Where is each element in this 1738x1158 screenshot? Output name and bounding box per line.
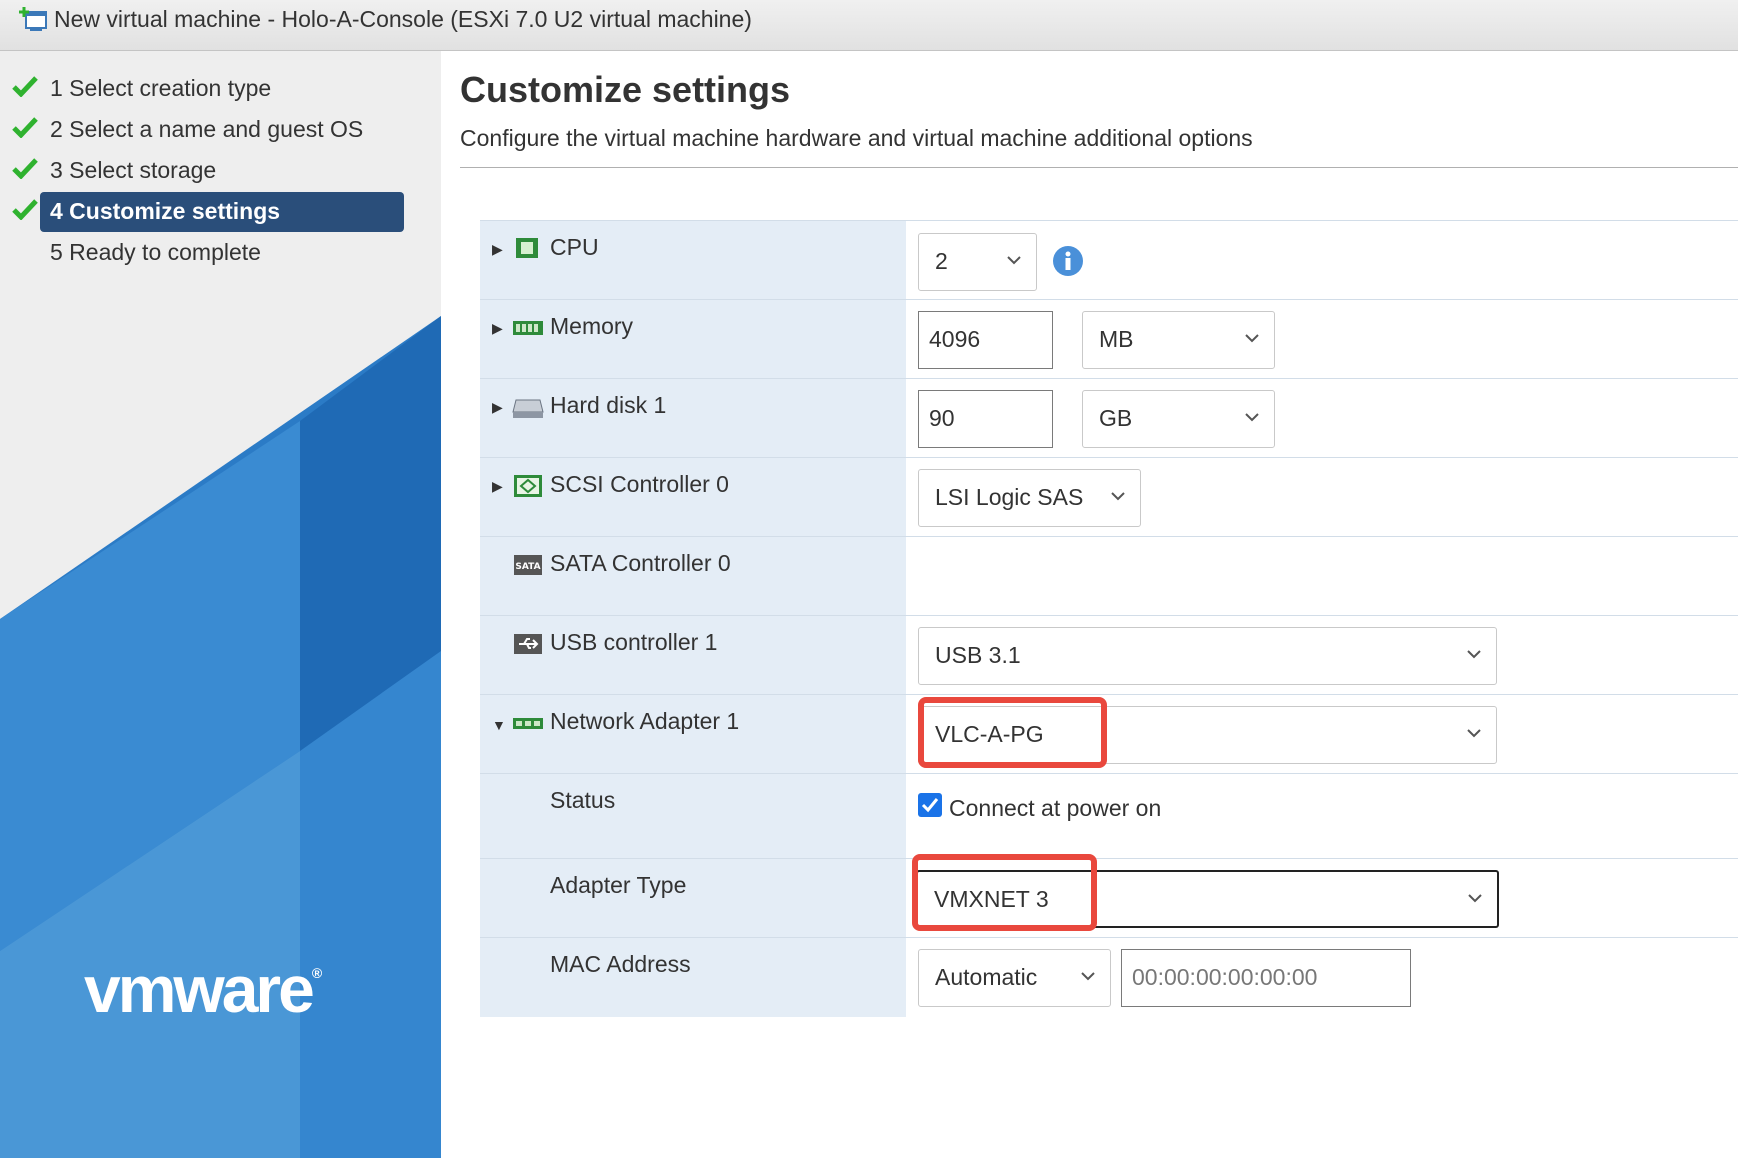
status-label: Status (550, 787, 616, 813)
memory-unit-value: MB (1099, 326, 1134, 352)
checkmark-icon (12, 76, 38, 97)
cpu-count-value: 2 (935, 248, 948, 274)
wizard-step-label: 4 Customize settings (50, 198, 281, 224)
memory-icon (513, 321, 543, 335)
network-adapter-icon (513, 718, 543, 729)
chevron-down-icon (1468, 894, 1482, 903)
cpu-label: CPU (550, 234, 599, 260)
chevron-down-icon (1467, 650, 1481, 659)
vmware-logo-text: vmware (84, 952, 315, 1026)
usb-controller-label: USB controller 1 (550, 629, 718, 655)
hardware-row-hard-disk: ▶ Hard disk 1 90 GB (480, 378, 1738, 458)
memory-size-input[interactable]: 4096 (918, 311, 1053, 369)
network-row-mac-address: MAC Address Automatic 00:00:00:00:00:00 (480, 937, 1738, 1017)
expand-arrow-icon[interactable]: ▶ (492, 241, 503, 258)
checkmark-icon (12, 199, 38, 220)
cpu-count-select[interactable]: 2 (918, 233, 1037, 291)
mac-mode-select[interactable]: Automatic (918, 949, 1111, 1007)
network-adapter-label: Network Adapter 1 (550, 708, 740, 734)
adapter-type-label: Adapter Type (550, 872, 687, 898)
wizard-step-customize-settings[interactable]: 4 Customize settings (0, 192, 441, 232)
new-vm-icon (19, 7, 47, 31)
window-titlebar: New virtual machine - Holo-A-Console (ES… (0, 0, 1738, 51)
connect-at-power-on-label: Connect at power on (949, 795, 1162, 821)
vmware-logo: vmware® (84, 952, 323, 1026)
mac-mode-value: Automatic (935, 964, 1038, 990)
window-title: New virtual machine - Holo-A-Console (ES… (54, 6, 752, 32)
info-icon[interactable] (1052, 245, 1084, 277)
wizard-step-label: 3 Select storage (50, 157, 217, 183)
chevron-down-icon (1007, 256, 1021, 265)
adapter-type-highlight-box (912, 854, 1097, 931)
page-subtitle: Configure the virtual machine hardware a… (460, 125, 1253, 151)
mac-address-value: 00:00:00:00:00:00 (1132, 964, 1318, 990)
memory-unit-select[interactable]: MB (1082, 311, 1275, 369)
memory-size-value: 4096 (929, 326, 981, 352)
hardware-row-scsi-controller: ▶ SCSI Controller 0 LSI Logic SAS (480, 457, 1738, 537)
usb-version-value: USB 3.1 (935, 642, 1021, 668)
usb-version-select[interactable]: USB 3.1 (918, 627, 1497, 685)
hard-disk-icon (512, 399, 544, 418)
disk-size-input[interactable]: 90 (918, 390, 1053, 448)
disk-unit-select[interactable]: GB (1082, 390, 1275, 448)
hard-disk-label: Hard disk 1 (550, 392, 667, 418)
hardware-row-memory: ▶ Memory 4096 MB (480, 299, 1738, 379)
chevron-down-icon (1245, 334, 1259, 343)
divider (460, 167, 1738, 168)
main-panel: Customize settings Configure the virtual… (441, 51, 1738, 1158)
scsi-type-select[interactable]: LSI Logic SAS (918, 469, 1141, 527)
sata-controller-label: SATA Controller 0 (550, 550, 731, 576)
disk-unit-value: GB (1099, 405, 1133, 431)
hardware-row-cpu: ▶ CPU 2 (480, 220, 1738, 300)
network-row-adapter-type: Adapter Type VMXNET 3 (480, 854, 1738, 938)
connect-at-power-on-checkbox[interactable] (918, 793, 942, 817)
wizard-step-ready-to-complete[interactable]: 5 Ready to complete (0, 233, 441, 273)
wizard-step-label: 5 Ready to complete (50, 239, 261, 265)
network-highlight-box (918, 697, 1107, 768)
checkmark-icon (12, 117, 38, 138)
wizard-step-label: 1 Select creation type (50, 75, 272, 101)
svg-text:SATA: SATA (515, 562, 540, 572)
chevron-down-icon (1111, 492, 1125, 501)
expand-arrow-icon[interactable]: ▶ (492, 478, 503, 495)
hardware-row-sata-controller: SATA SATA Controller 0 (480, 536, 1738, 616)
chevron-down-icon (1467, 729, 1481, 738)
scsi-controller-label: SCSI Controller 0 (550, 471, 729, 497)
page-title: Customize settings (460, 69, 791, 110)
memory-label: Memory (550, 313, 634, 339)
scsi-type-value: LSI Logic SAS (935, 484, 1084, 510)
wizard-step-label: 2 Select a name and guest OS (50, 116, 364, 142)
checkmark-icon (921, 798, 939, 813)
sata-controller-icon: SATA (514, 555, 542, 575)
mac-address-label: MAC Address (550, 951, 691, 977)
mac-address-input[interactable]: 00:00:00:00:00:00 (1121, 949, 1411, 1007)
chevron-down-icon (1081, 972, 1095, 981)
hardware-row-usb-controller: USB controller 1 USB 3.1 (480, 615, 1738, 695)
checkmark-icon (12, 158, 38, 179)
disk-size-value: 90 (929, 405, 955, 431)
collapse-arrow-icon[interactable]: ▼ (492, 717, 506, 733)
expand-arrow-icon[interactable]: ▶ (492, 399, 503, 416)
wizard-sidebar: 1 Select creation type 2 Select a name a… (0, 51, 441, 1158)
usb-controller-icon (514, 634, 542, 654)
wizard-step-select-creation-type[interactable]: 1 Select creation type (0, 69, 441, 109)
hardware-row-network-adapter: ▼ Network Adapter 1 VLC-A-PG (480, 694, 1738, 774)
scsi-controller-icon (514, 475, 542, 497)
network-row-status: Status Connect at power on (480, 773, 1738, 859)
wizard-step-select-name-guest-os[interactable]: 2 Select a name and guest OS (0, 110, 441, 150)
expand-arrow-icon[interactable]: ▶ (492, 320, 503, 337)
chevron-down-icon (1245, 413, 1259, 422)
cpu-icon (516, 238, 538, 258)
wizard-step-select-storage[interactable]: 3 Select storage (0, 151, 441, 191)
